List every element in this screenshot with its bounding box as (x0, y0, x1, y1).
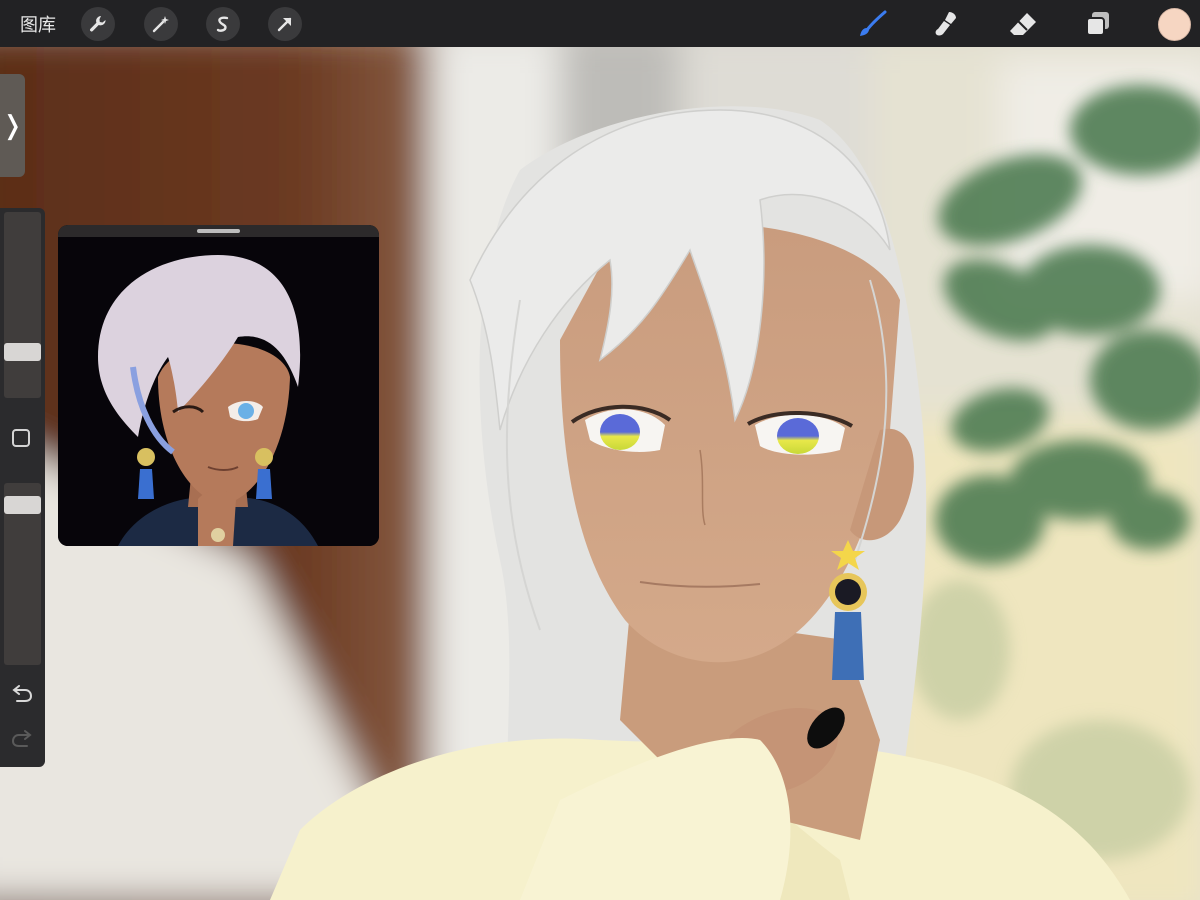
transform-button[interactable] (268, 7, 302, 41)
transform-arrow-icon (277, 17, 292, 32)
actions-wrench-button[interactable] (81, 7, 115, 41)
top-toolbar: 图库 (0, 0, 1200, 47)
drag-handle[interactable] (197, 229, 240, 233)
magic-wand-icon (152, 16, 169, 33)
brush-size-slider[interactable] (4, 212, 41, 398)
redo-icon (11, 730, 32, 747)
sidebar-collapse-tab[interactable]: ❭ (0, 74, 25, 177)
brush-icon (860, 10, 887, 36)
layers-icon (1086, 12, 1109, 36)
sidebar (0, 208, 45, 767)
gallery-button[interactable]: 图库 (20, 11, 66, 37)
eraser-icon (1010, 13, 1036, 35)
redo-button[interactable] (10, 728, 34, 752)
brush-size-thumb[interactable] (4, 343, 41, 362)
undo-icon (12, 685, 33, 702)
opacity-slider[interactable] (4, 483, 41, 665)
selection-icon (216, 16, 229, 32)
smudge-tool-button[interactable] (930, 8, 962, 40)
layers-button[interactable] (1082, 8, 1114, 40)
color-picker-button[interactable] (1158, 8, 1191, 41)
reference-window[interactable] (58, 225, 379, 546)
undo-button[interactable] (10, 683, 34, 707)
adjustments-button[interactable] (144, 7, 178, 41)
selection-button[interactable] (206, 7, 240, 41)
smudge-icon (935, 12, 956, 36)
reference-image (58, 237, 379, 546)
brush-tool-button[interactable] (857, 8, 889, 40)
eraser-tool-button[interactable] (1007, 8, 1039, 40)
opacity-thumb[interactable] (4, 496, 41, 515)
reference-drag-bar[interactable] (58, 225, 379, 237)
wrench-icon (90, 16, 106, 32)
chevron-right-icon: ❭ (1, 110, 24, 141)
modifier-button[interactable] (12, 429, 30, 447)
